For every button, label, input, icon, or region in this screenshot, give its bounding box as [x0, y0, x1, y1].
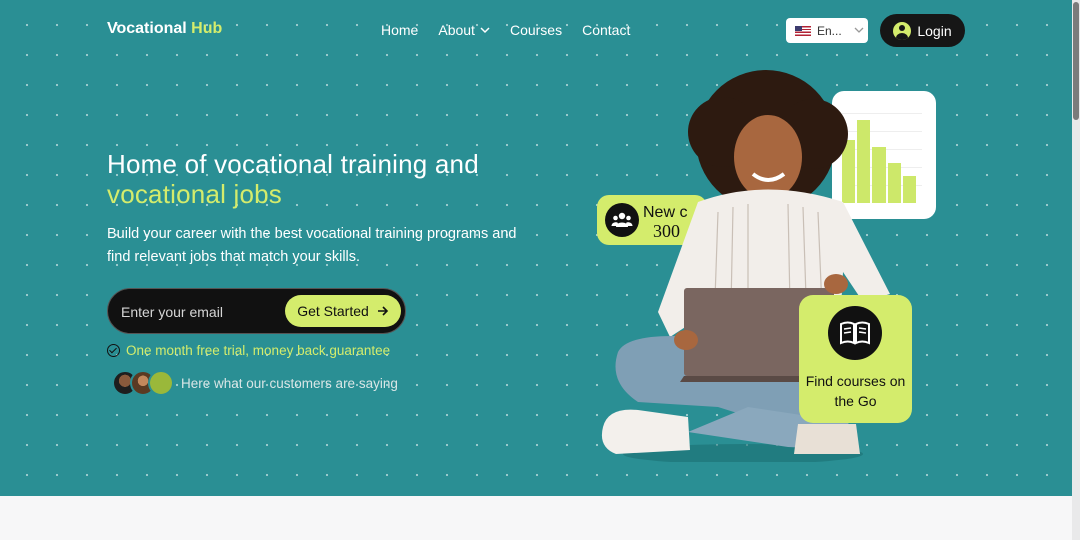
nav-courses-label: Courses	[509, 22, 563, 38]
login-button[interactable]: Login	[880, 14, 965, 47]
arrow-right-icon	[377, 306, 388, 316]
nav-about-label: About	[438, 22, 475, 38]
hero-subtitle: Build your career with the best vocation…	[107, 226, 517, 265]
main-nav: Home About Courses Contact	[381, 22, 630, 38]
email-signup-form: Get Started	[107, 288, 406, 334]
logo-text-accent: Hub	[191, 20, 223, 37]
check-circle-icon	[107, 344, 120, 357]
find-courses-card[interactable]: Find courses on the Go	[799, 295, 912, 423]
us-flag-icon	[795, 25, 811, 36]
nav-home-label: Home	[381, 22, 419, 38]
user-circle-icon	[893, 21, 912, 40]
guarantee-text: One month free trial, money back guarant…	[126, 343, 391, 358]
customers-text: Here what our customers are saying	[181, 375, 398, 391]
chevron-down-icon	[854, 27, 864, 33]
open-book-icon	[828, 306, 882, 360]
nav-contact[interactable]: Contact	[582, 22, 630, 38]
hero-title-line1: Home of vocational training and	[107, 149, 479, 179]
hero-title: Home of vocational training and vocation…	[107, 149, 547, 209]
language-select[interactable]: En...	[786, 18, 868, 43]
nav-about[interactable]: About	[438, 22, 490, 38]
chart-bar	[902, 176, 917, 203]
nav-courses[interactable]: Courses	[510, 22, 562, 38]
site-logo[interactable]: Vocational Hub	[107, 20, 222, 38]
guarantee-note: One month free trial, money back guarant…	[107, 343, 390, 358]
find-courses-label: Find courses on the Go	[805, 373, 906, 409]
scrollbar-thumb[interactable]	[1073, 2, 1079, 120]
hero-title-highlight: vocational jobs	[107, 179, 282, 209]
nav-contact-label: Contact	[582, 22, 631, 38]
get-started-button[interactable]: Get Started	[285, 295, 401, 327]
customer-testimonials[interactable]: Here what our customers are saying	[112, 370, 398, 396]
language-label: En...	[817, 23, 842, 38]
chevron-down-icon	[480, 26, 490, 33]
logo-text-main: Vocational	[107, 20, 187, 37]
get-started-label: Get Started	[297, 303, 369, 319]
scrollbar[interactable]	[1072, 0, 1080, 540]
customer-avatar	[148, 370, 174, 396]
email-input[interactable]	[121, 301, 281, 323]
nav-home[interactable]: Home	[381, 22, 418, 38]
login-label: Login	[917, 22, 952, 39]
